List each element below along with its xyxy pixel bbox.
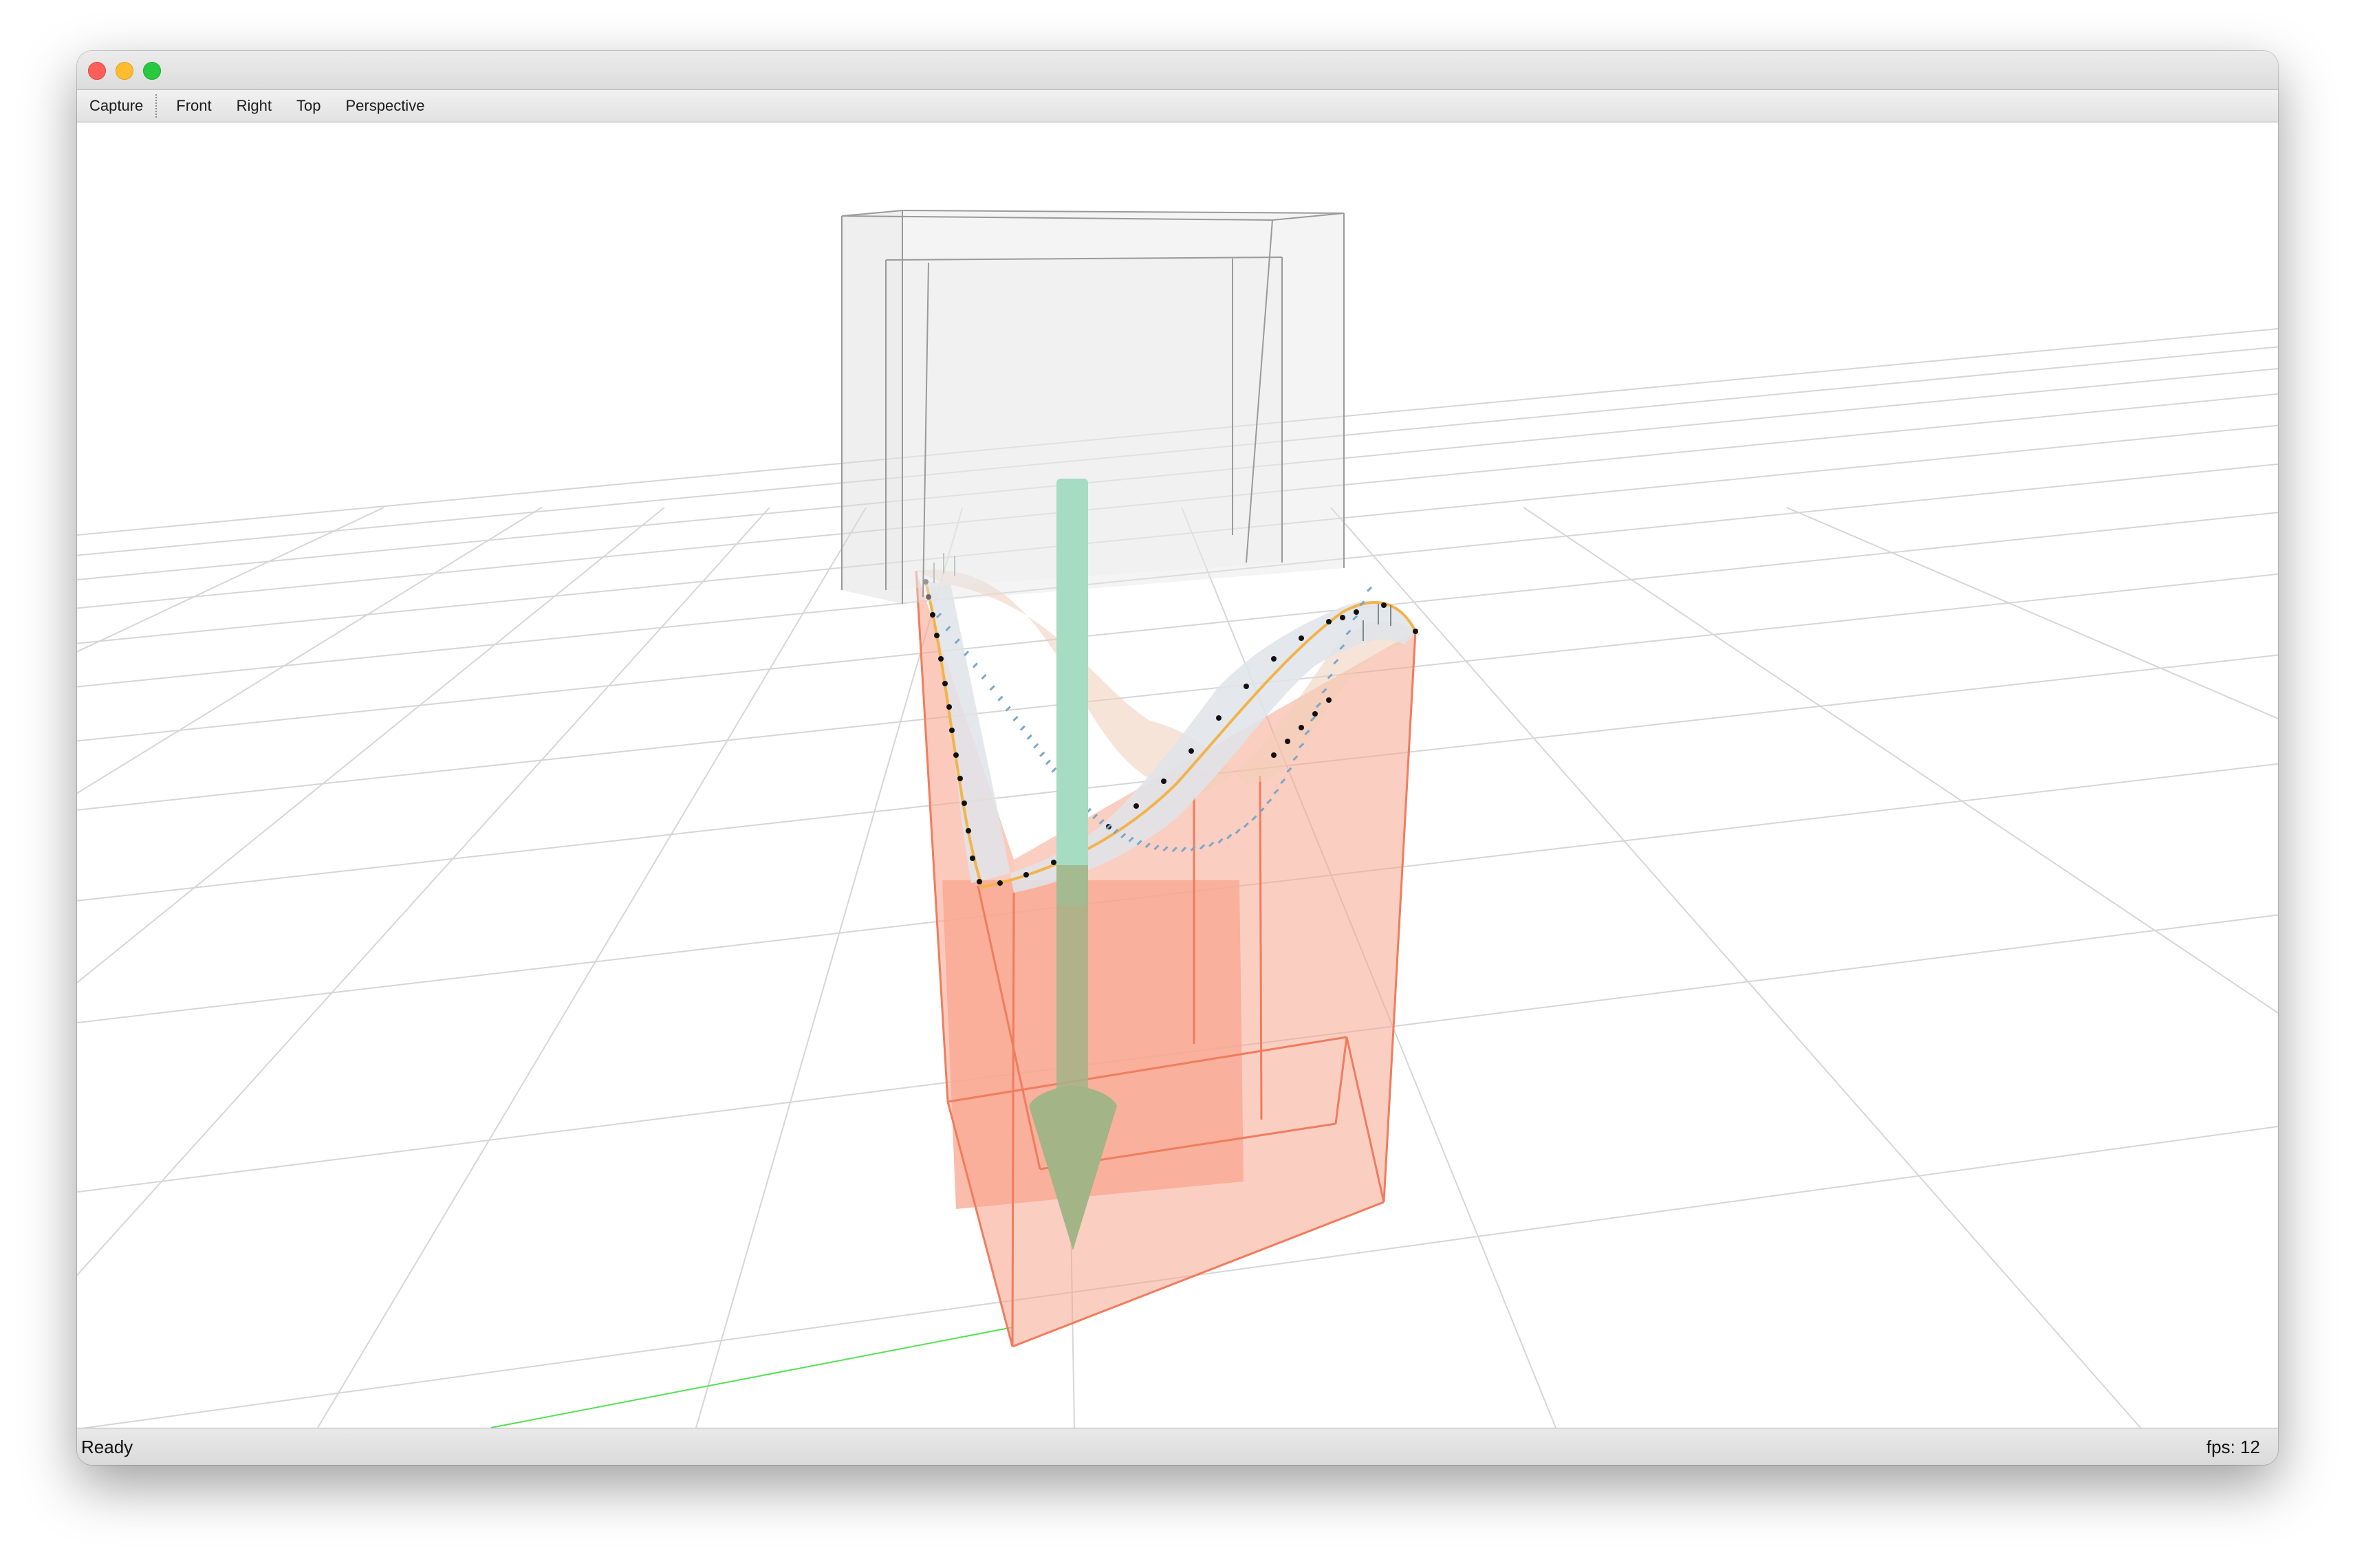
grid-line: [1330, 507, 2141, 1428]
menu-bar: Capture Front Right Top Perspective: [77, 90, 2278, 122]
lower-box-edge: [1011, 892, 1015, 1347]
vertex-point: [1244, 684, 1249, 689]
normal-marker: [997, 695, 1003, 701]
title-bar[interactable]: [77, 51, 2278, 90]
x-axis-line: [490, 1327, 1013, 1428]
vertex-point: [1271, 656, 1277, 662]
menu-front[interactable]: Front: [164, 90, 224, 122]
normal-marker: [1039, 751, 1045, 757]
vertex-point: [977, 879, 982, 884]
vertex-point: [1161, 778, 1166, 784]
vertex-point: [930, 612, 935, 618]
menu-capture[interactable]: Capture: [77, 90, 149, 122]
normal-marker: [1366, 586, 1373, 592]
normal-marker: [1045, 759, 1052, 765]
vertex-point: [1189, 748, 1194, 754]
vertex-point: [1299, 635, 1304, 641]
normal-marker: [981, 674, 987, 680]
vertex-point: [966, 828, 971, 834]
normal-marker: [1019, 725, 1025, 731]
vertex-point: [1354, 609, 1359, 615]
maximize-icon[interactable]: [143, 62, 161, 80]
vertex-point: [1285, 739, 1290, 744]
status-bar: Ready fps: 12: [77, 1428, 2278, 1465]
arrow-shaft: [1056, 479, 1088, 905]
vertex-point: [1312, 711, 1318, 717]
vertex-point: [957, 776, 963, 781]
grid-line: [77, 507, 384, 653]
normal-marker: [963, 651, 970, 657]
vertex-point: [949, 728, 955, 733]
vertex-point: [997, 880, 1003, 886]
vertex-point: [953, 752, 959, 758]
close-icon[interactable]: [88, 62, 106, 80]
vertex-point: [1271, 752, 1277, 758]
normal-marker: [1033, 743, 1039, 749]
normal-marker: [989, 685, 995, 691]
grid-line: [1523, 507, 2278, 1014]
normal-marker: [1051, 767, 1057, 773]
vertex-point: [1216, 715, 1222, 721]
grid-line: [77, 507, 542, 794]
vertex-point: [1326, 697, 1332, 703]
3d-viewport[interactable]: [77, 122, 2278, 1428]
normal-marker: [1026, 734, 1032, 740]
vertex-point: [938, 656, 944, 662]
vertex-point: [934, 633, 940, 638]
menu-separator: [155, 94, 158, 118]
vertex-point: [962, 801, 967, 806]
upper-box: [841, 210, 1345, 604]
vertex-point: [1381, 602, 1387, 608]
vertex-point: [1413, 629, 1418, 634]
fps-value: 12: [2240, 1437, 2260, 1457]
vertex-point: [1326, 619, 1332, 624]
grid-line: [77, 507, 770, 1276]
vertex-point: [942, 681, 948, 686]
status-message: Ready: [81, 1437, 133, 1457]
normal-marker: [972, 662, 978, 668]
menu-right[interactable]: Right: [224, 90, 284, 122]
grid-line: [77, 507, 665, 984]
app-window: Capture Front Right Top Perspective Read…: [77, 51, 2278, 1465]
fps-label: fps:: [2206, 1437, 2235, 1457]
vertex-point: [1133, 803, 1139, 809]
vertex-point: [1051, 860, 1056, 865]
fps-indicator: fps: 12: [2206, 1437, 2260, 1458]
vertex-point: [946, 704, 952, 710]
vertex-point: [1299, 725, 1304, 730]
scene-canvas[interactable]: [77, 122, 2278, 1428]
vertex-point: [1023, 872, 1029, 878]
normal-marker: [1012, 715, 1019, 721]
grid-line: [317, 507, 867, 1428]
minimize-icon[interactable]: [116, 62, 133, 80]
vertex-point: [970, 856, 975, 861]
menu-perspective[interactable]: Perspective: [333, 90, 437, 122]
menu-top[interactable]: Top: [284, 90, 333, 122]
vertex-point: [1340, 615, 1345, 620]
lower-box-edge: [1259, 775, 1263, 1120]
